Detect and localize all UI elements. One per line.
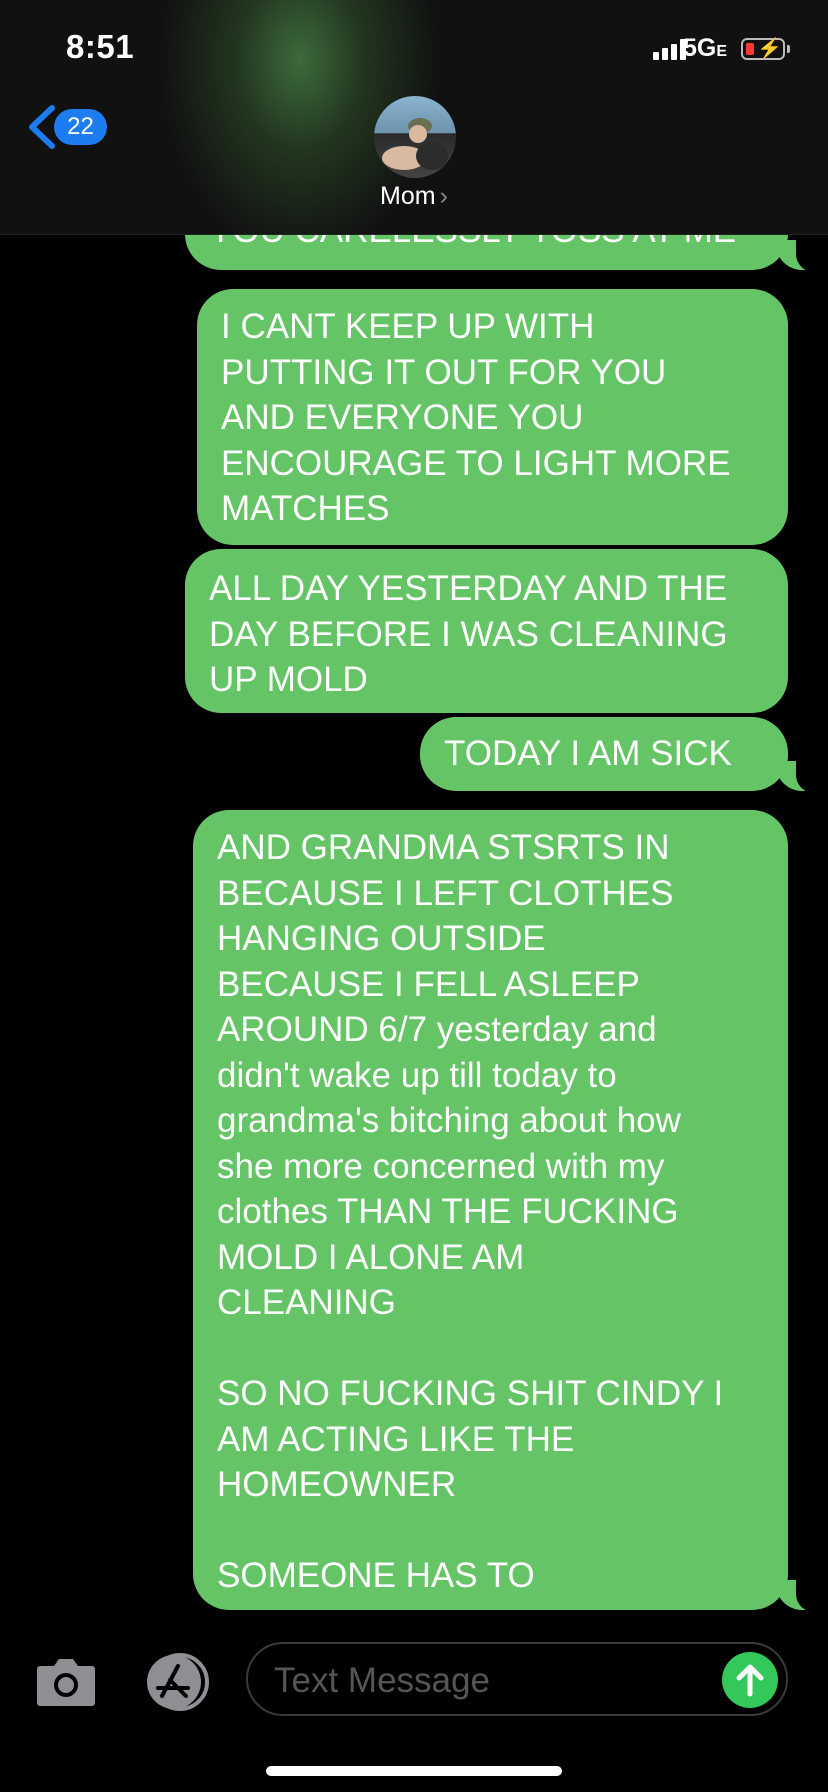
camera-icon[interactable] bbox=[34, 1650, 98, 1714]
arrow-up-icon bbox=[736, 1664, 764, 1697]
message-composer: Text Message bbox=[0, 1612, 828, 1732]
message-bubble[interactable]: AND GRANDMA STSRTS IN BECAUSE I LEFT CLO… bbox=[193, 810, 788, 1610]
battery-icon: ⚡ bbox=[741, 38, 785, 60]
contact-avatar[interactable] bbox=[374, 96, 456, 178]
home-indicator[interactable] bbox=[266, 1766, 562, 1776]
message-bubble[interactable]: TODAY I AM SICK bbox=[420, 717, 788, 791]
battery-cap bbox=[787, 45, 790, 53]
message-bubble[interactable]: I CANT KEEP UP WITH PUTTING IT OUT FOR Y… bbox=[197, 289, 788, 545]
contact-photo-icon bbox=[382, 118, 448, 170]
network-type: 5GE bbox=[683, 34, 728, 62]
clock-time: 8:51 bbox=[66, 28, 135, 65]
input-placeholder: Text Message bbox=[274, 1661, 490, 1700]
unread-count-badge[interactable]: 22 bbox=[54, 109, 107, 145]
text-message-input[interactable]: Text Message bbox=[246, 1642, 788, 1716]
contact-name: Mom bbox=[380, 182, 436, 210]
status-bar: 8:51 5GE ⚡ bbox=[0, 0, 828, 100]
app-store-icon[interactable] bbox=[140, 1650, 212, 1714]
cell-signal-icon bbox=[653, 38, 686, 60]
chevron-right-icon: › bbox=[439, 182, 448, 210]
contact-name-button[interactable]: Mom › bbox=[0, 182, 828, 211]
send-button[interactable] bbox=[722, 1652, 778, 1708]
message-bubble[interactable]: ALL DAY YESTERDAY AND THE DAY BEFORE I W… bbox=[185, 549, 788, 713]
